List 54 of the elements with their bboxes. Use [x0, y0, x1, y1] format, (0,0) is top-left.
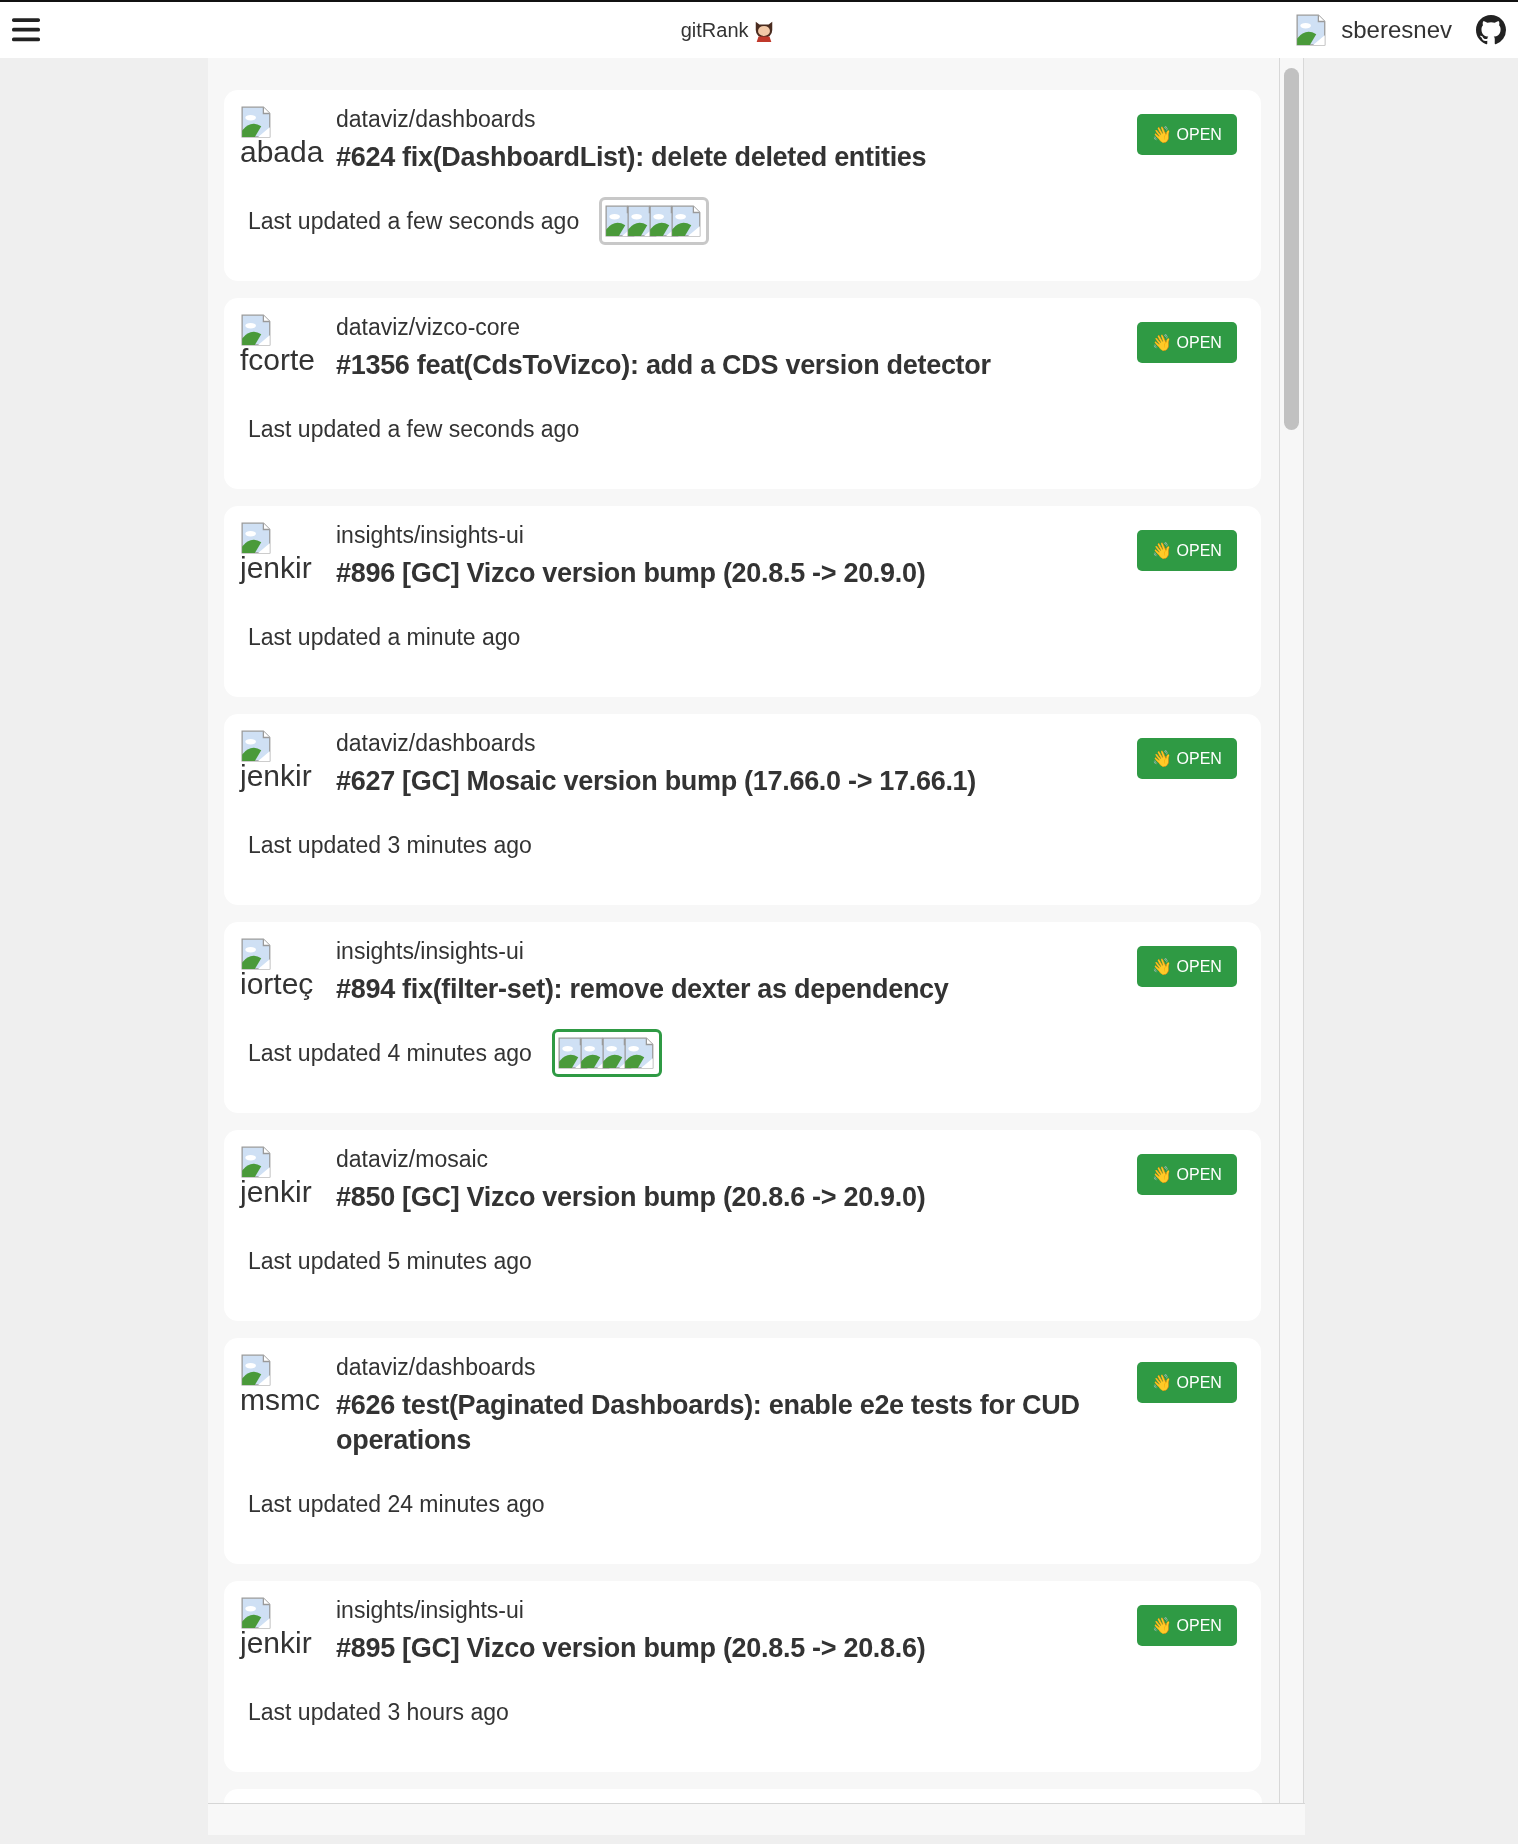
pull-request-card[interactable]: jenkir dataviz/dashboards #627 [GC] Mosaic version bump (17.66.0 -> 17.66.1) 👋 OPEN Last updated 3 minutes ago: [224, 714, 1261, 905]
scrollbar-thumb[interactable]: [1284, 68, 1299, 430]
avatar-alt-text: iorteç: [240, 969, 314, 999]
pull-request-title[interactable]: #626 test(Paginated Dashboards): enable e2e tests for CUD operations: [336, 1388, 1137, 1458]
status-badge: 👋 OPEN: [1137, 322, 1237, 363]
reviewers-group[interactable]: [551, 1029, 662, 1077]
status-badge: 👋 OPEN: [1137, 114, 1237, 155]
avatar-alt-text: jenkir: [240, 1177, 312, 1207]
username[interactable]: sberesnev: [1341, 12, 1452, 48]
avatar-alt-text: jenkir: [240, 1628, 312, 1658]
status-badge: 👋 OPEN: [1137, 1362, 1237, 1403]
last-updated-text: Last updated 5 minutes ago: [248, 1246, 532, 1276]
pull-request-title[interactable]: #1356 feat(CdsToVizco): add a CDS version detector: [336, 348, 1137, 383]
repository-name[interactable]: insights/insights-ui: [336, 936, 524, 966]
avatar-alt-text: msmc: [240, 1385, 320, 1415]
last-updated-text: Last updated 3 minutes ago: [248, 830, 532, 860]
repository-name[interactable]: insights/insights-ui: [336, 520, 524, 550]
avatar-alt-text: abada: [240, 137, 324, 167]
pull-request-card[interactable]: fcorte dataviz/vizco-core #1356 feat(CdsToVizco): add a CDS version detector 👋 OPEN Last updated a few seconds ago: [224, 298, 1261, 489]
status-badge: 👋 OPEN: [1137, 738, 1237, 779]
github-icon[interactable]: [1476, 15, 1506, 45]
avatar-alt-text: fcorte: [240, 345, 316, 375]
menu-icon[interactable]: [12, 18, 40, 42]
status-badge: 👋 OPEN: [1137, 1605, 1237, 1646]
avatar-alt-text: jenkir: [240, 553, 312, 583]
status-badge: 👋 OPEN: [1137, 1154, 1237, 1195]
pull-request-title[interactable]: #850 [GC] Vizco version bump (20.8.6 -> 20.9.0): [336, 1180, 1137, 1215]
pull-request-card[interactable]: abada dataviz/dashboards #624 fix(DashboardList): delete deleted entities 👋 OPEN Last updated a few seconds ago: [224, 90, 1261, 281]
status-badge: 👋 OPEN: [1137, 530, 1237, 571]
app-title[interactable]: gitRank: [680, 15, 749, 45]
last-updated-text: Last updated 24 minutes ago: [248, 1489, 545, 1519]
pull-request-title[interactable]: #894 fix(filter-set): remove dexter as dependency: [336, 972, 1137, 1007]
avatar-alt-text: jenkir: [240, 761, 312, 791]
last-updated-text: Last updated a few seconds ago: [248, 206, 580, 236]
pull-request-card[interactable]: jenkir insights/insights-ui #896 [GC] Vizco version bump (20.8.5 -> 20.9.0) 👋 OPEN Last updated a minute ago: [224, 506, 1261, 697]
status-badge: 👋 OPEN: [1137, 946, 1237, 987]
pull-request-card[interactable]: jenkir insights/insights-ui #895 [GC] Vizco version bump (20.8.5 -> 20.8.6) 👋 OPEN Last updated 3 hours ago: [224, 1581, 1261, 1772]
last-updated-text: Last updated 3 hours ago: [248, 1697, 509, 1727]
repository-name[interactable]: dataviz/dashboards: [336, 728, 536, 758]
pull-request-card[interactable]: jenkir dataviz/mosaic #850 [GC] Vizco version bump (20.8.6 -> 20.9.0) 👋 OPEN Last updated 5 minutes ago: [224, 1130, 1261, 1321]
repository-name[interactable]: dataviz/dashboards: [336, 1352, 536, 1382]
last-updated-text: Last updated a few seconds ago: [248, 414, 580, 444]
repository-name[interactable]: dataviz/dashboards: [336, 104, 536, 134]
pull-request-title[interactable]: #896 [GC] Vizco version bump (20.8.5 -> 20.9.0): [336, 556, 1137, 591]
repository-name[interactable]: dataviz/mosaic: [336, 1144, 489, 1174]
repository-name[interactable]: insights/insights-ui: [336, 1595, 524, 1625]
pull-request-card[interactable]: iorteç insights/insights-ui #894 fix(filter-set): remove dexter as dependency 👋 OPEN Last updated 4 minutes ago: [224, 922, 1261, 1113]
last-updated-text: Last updated 4 minutes ago: [248, 1038, 532, 1068]
last-updated-text: Last updated a minute ago: [248, 622, 521, 652]
pull-request-title[interactable]: #624 fix(DashboardList): delete deleted entities: [336, 140, 1137, 175]
repository-name[interactable]: dataviz/vizco-core: [336, 312, 521, 342]
pull-request-title[interactable]: #895 [GC] Vizco version bump (20.8.5 -> 20.8.6): [336, 1631, 1137, 1666]
reviewers-group[interactable]: [599, 197, 710, 245]
pull-request-title[interactable]: #627 [GC] Mosaic version bump (17.66.0 -> 17.66.1): [336, 764, 1137, 799]
